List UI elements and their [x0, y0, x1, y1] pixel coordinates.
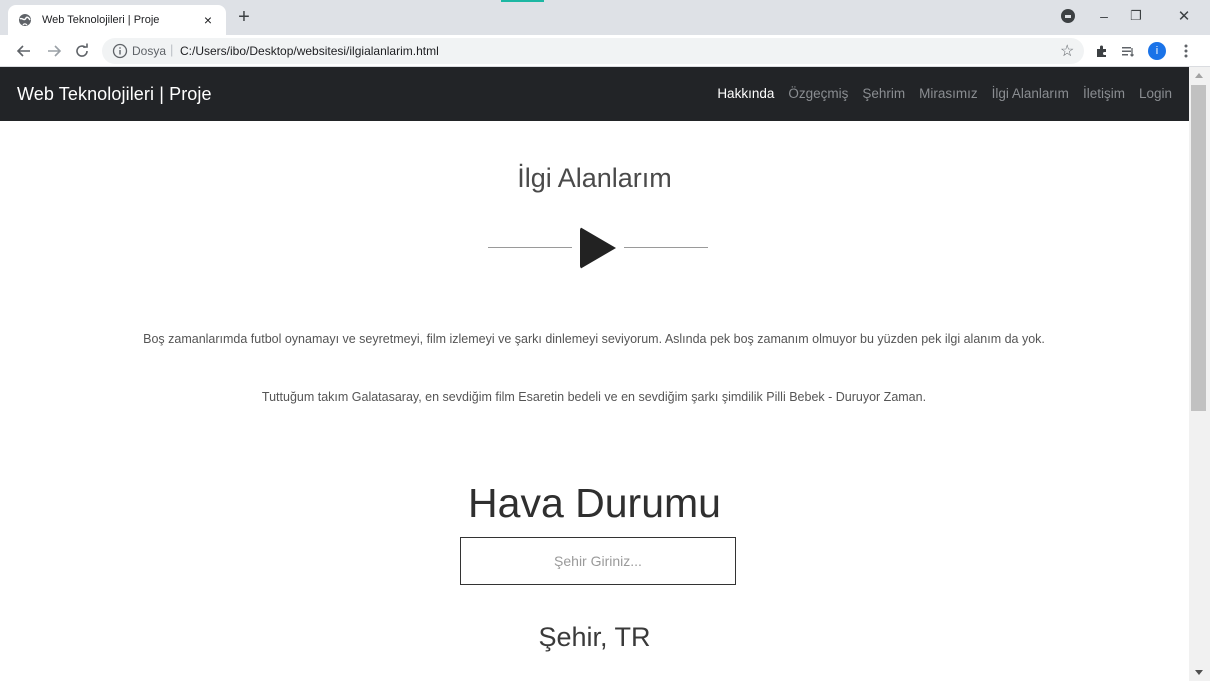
divider-line-left [488, 247, 572, 248]
scroll-down-arrow[interactable] [1195, 670, 1203, 675]
profile-avatar[interactable]: i [1148, 42, 1166, 60]
profile-icon[interactable] [1061, 9, 1075, 23]
forward-arrow-icon[interactable] [44, 41, 64, 61]
tab-title: Web Teknolojileri | Proje [42, 14, 160, 26]
browser-tab[interactable]: Web Teknolojileri | Proje × [8, 5, 226, 35]
close-window-button[interactable]: ✕ [1172, 5, 1196, 27]
interests-paragraph-1: Boş zamanlarımda futbol oynamayı ve seyr… [143, 332, 1045, 346]
nav-link-mirasimiz[interactable]: Mirasımız [919, 86, 978, 101]
browser-toolbar: Dosya | C:/Users/ibo/Desktop/websitesi/i… [0, 35, 1210, 67]
address-bar[interactable]: Dosya | C:/Users/ibo/Desktop/websitesi/i… [102, 38, 1084, 64]
minimize-button[interactable]: – [1092, 5, 1116, 27]
main-content: İlgi Alanlarım Boş zamanlarımda futbol o… [0, 121, 1189, 681]
kebab-menu-icon[interactable] [1176, 41, 1196, 61]
play-icon [580, 227, 616, 269]
page-viewport: Web Teknolojileri | Proje Hakkında Özgeç… [0, 67, 1210, 681]
nav-link-ozgecmis[interactable]: Özgeçmiş [788, 86, 848, 101]
extensions-icon[interactable] [1092, 41, 1112, 61]
nav-link-login[interactable]: Login [1139, 86, 1172, 101]
nav-link-hakkinda[interactable]: Hakkında [717, 86, 774, 101]
reload-icon[interactable] [72, 41, 92, 61]
globe-icon [18, 13, 32, 27]
address-url: C:/Users/ibo/Desktop/websitesi/ilgialanl… [180, 44, 439, 58]
interests-paragraph-2: Tuttuğum takım Galatasaray, en sevdiğim … [261, 390, 927, 404]
reading-list-icon[interactable] [1118, 41, 1138, 61]
browser-tabstrip: Web Teknolojileri | Proje × + – ❐ ✕ [0, 0, 1210, 35]
star-icon[interactable]: ☆ [1060, 41, 1074, 61]
tabstrip-accent [501, 0, 544, 2]
back-arrow-icon[interactable] [14, 41, 34, 61]
new-tab-button[interactable]: + [234, 6, 254, 28]
site-brand[interactable]: Web Teknolojileri | Proje [17, 84, 212, 105]
nav-link-iletisim[interactable]: İletişim [1083, 86, 1125, 101]
address-scheme-label: Dosya [132, 44, 167, 58]
scrollbar-thumb[interactable] [1191, 85, 1206, 411]
nav-link-sehrim[interactable]: Şehrim [862, 86, 905, 101]
title-divider [488, 225, 708, 271]
info-icon[interactable] [112, 43, 128, 59]
section-title-ilgi-alanlarim: İlgi Alanlarım [517, 163, 672, 193]
city-input[interactable] [460, 537, 736, 585]
tab-close-icon[interactable]: × [200, 12, 216, 28]
scroll-up-arrow[interactable] [1195, 73, 1203, 78]
weather-title: Hava Durumu [468, 480, 721, 526]
city-result: Şehir, TR [538, 622, 651, 652]
address-separator: | [170, 42, 174, 57]
divider-line-right [624, 247, 708, 248]
page-scrollbar[interactable] [1189, 67, 1210, 681]
maximize-button[interactable]: ❐ [1124, 5, 1148, 27]
nav-links: Hakkında Özgeçmiş Şehrim Mirasımız İlgi … [717, 86, 1172, 101]
site-navbar: Web Teknolojileri | Proje Hakkında Özgeç… [0, 67, 1189, 121]
nav-link-ilgi-alanlarim[interactable]: İlgi Alanlarım [992, 86, 1069, 101]
